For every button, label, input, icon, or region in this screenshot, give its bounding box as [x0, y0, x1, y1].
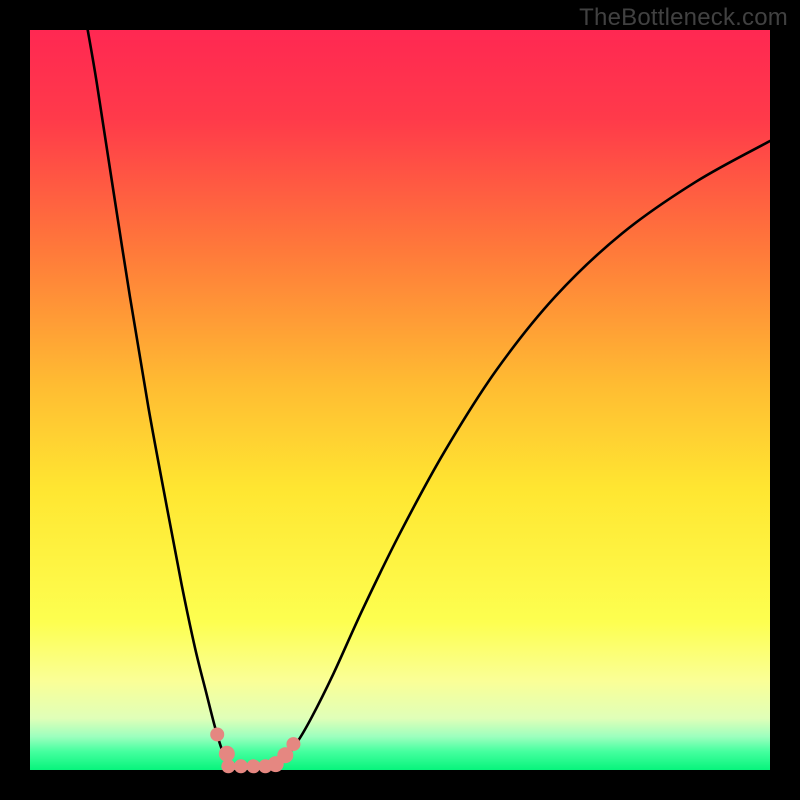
bottleneck-chart [0, 0, 800, 800]
valley-marker [221, 759, 235, 773]
valley-marker [286, 737, 300, 751]
gradient-background [30, 30, 770, 770]
valley-marker [234, 759, 248, 773]
valley-marker [219, 746, 235, 762]
valley-marker [210, 727, 224, 741]
watermark-text: TheBottleneck.com [579, 4, 788, 32]
